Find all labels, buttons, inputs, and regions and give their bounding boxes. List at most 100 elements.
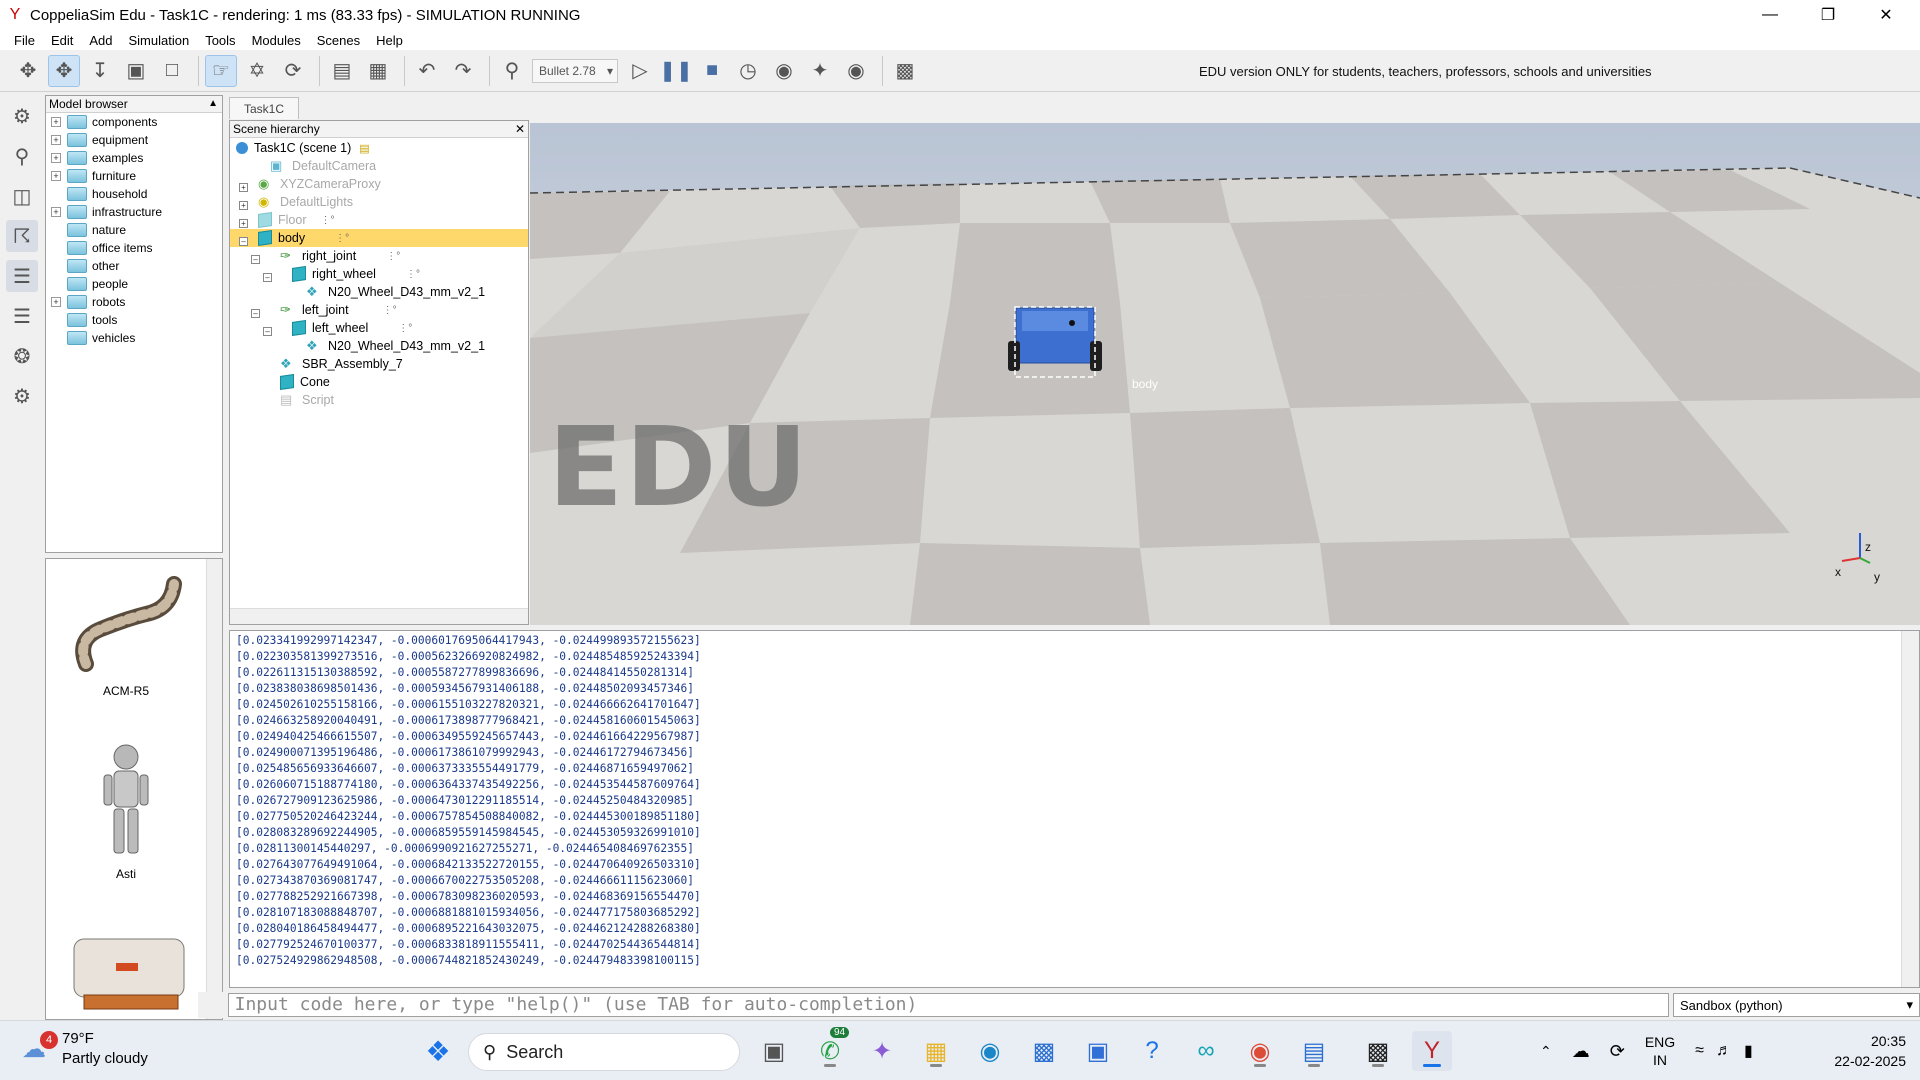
collapse-icon[interactable]: ▲ bbox=[208, 96, 218, 112]
command-input[interactable]: Input code here, or type "help()" (use T… bbox=[227, 993, 1670, 1017]
script-link-icon[interactable]: ⋮° bbox=[386, 251, 400, 262]
undo-icon[interactable]: ↶ bbox=[411, 55, 443, 87]
menu-help[interactable]: Help bbox=[368, 33, 411, 48]
language-indicator[interactable]: ENG IN bbox=[1645, 1033, 1675, 1069]
battery-icon[interactable]: ▮ bbox=[1744, 1041, 1753, 1061]
model-folder-item[interactable]: household bbox=[46, 185, 222, 203]
menu-simulation[interactable]: Simulation bbox=[121, 33, 198, 48]
arduino-icon[interactable]: ∞ bbox=[1186, 1031, 1226, 1071]
video-recorder-icon[interactable]: ❂ bbox=[6, 340, 38, 372]
hierarchy-row-camera[interactable]: ▣ DefaultCamera bbox=[230, 157, 528, 175]
model-browser-icon[interactable]: ☈ bbox=[6, 220, 38, 252]
hierarchy-row-body[interactable]: body ⋮° bbox=[230, 229, 528, 247]
tree-expand-icon[interactable]: + bbox=[51, 135, 61, 145]
script-icon[interactable]: ▤ bbox=[359, 142, 369, 155]
terminal-icon[interactable]: ▩ bbox=[1358, 1031, 1398, 1071]
model-folder-item[interactable]: office items bbox=[46, 239, 222, 257]
wifi-icon[interactable]: ≈ bbox=[1695, 1042, 1704, 1060]
scene-objects-icon[interactable]: ▩ bbox=[889, 55, 921, 87]
physics-engine-select[interactable]: Bullet 2.78 ▾ bbox=[532, 58, 618, 83]
menu-scenes[interactable]: Scenes bbox=[309, 33, 368, 48]
close-icon[interactable]: ✕ bbox=[515, 121, 525, 137]
restore-icon[interactable]: ❐ bbox=[1799, 0, 1857, 30]
menu-tools[interactable]: Tools bbox=[197, 33, 243, 48]
visualization-toggle-icon[interactable]: ◉ bbox=[840, 55, 872, 87]
taskbar-search[interactable]: ⚲ Search bbox=[468, 1033, 740, 1071]
model-thumbnail[interactable]: ACM-R5 bbox=[56, 569, 196, 698]
fit-to-view-icon[interactable]: □ bbox=[156, 55, 188, 87]
tree-collapse-icon[interactable]: – bbox=[239, 237, 248, 246]
script-link-icon[interactable]: ⋮° bbox=[320, 215, 334, 226]
hierarchy-row-floor[interactable]: Floor ⋮° bbox=[230, 211, 528, 229]
store-icon[interactable]: ▩ bbox=[1024, 1031, 1064, 1071]
model-folder-item[interactable]: other bbox=[46, 257, 222, 275]
slow-down-icon[interactable]: ◉ bbox=[768, 55, 800, 87]
object-rotate-icon[interactable]: ⟳ bbox=[277, 55, 309, 87]
language-select[interactable]: Sandbox (python) ▾ bbox=[1673, 993, 1920, 1017]
weather-widget[interactable]: ☁ 4 79°F Partly cloudy bbox=[22, 1029, 148, 1069]
real-time-icon[interactable]: ◷ bbox=[732, 55, 764, 87]
user-settings-icon[interactable]: ⚙ bbox=[6, 380, 38, 412]
hierarchy-row-right-wheel[interactable]: right_wheel ⋮° bbox=[230, 265, 528, 283]
hierarchy-row-right-joint[interactable]: ✑ right_joint ⋮° bbox=[230, 247, 528, 265]
hierarchy-row-left-joint[interactable]: ✑ left_joint ⋮° bbox=[230, 301, 528, 319]
speed-up-icon[interactable]: ✦ bbox=[804, 55, 836, 87]
console-scrollbar[interactable] bbox=[1901, 631, 1919, 987]
chevron-up-icon[interactable]: ⌃ bbox=[1540, 1043, 1552, 1060]
camera-shift-icon[interactable]: ↧ bbox=[84, 55, 116, 87]
script-link-icon[interactable]: ⋮° bbox=[335, 233, 349, 244]
tree-expand-icon[interactable]: + bbox=[239, 183, 248, 192]
layers-icon[interactable]: ◫ bbox=[6, 180, 38, 212]
redo-icon[interactable]: ↷ bbox=[447, 55, 479, 87]
hierarchy-row-script[interactable]: ▤ Script bbox=[230, 391, 528, 409]
simulation-settings-icon[interactable]: ⚙ bbox=[6, 100, 38, 132]
menu-add[interactable]: Add bbox=[81, 33, 120, 48]
play-icon[interactable]: ▷ bbox=[624, 55, 656, 87]
hierarchy-row-scene[interactable]: Task1C (scene 1) ▤ bbox=[230, 139, 528, 157]
tab-scene[interactable]: Task1C bbox=[229, 97, 299, 119]
hierarchy-row-left-wheel-mesh[interactable]: ❖ N20_Wheel_D43_mm_v2_1 bbox=[230, 337, 528, 355]
thumbnails-scrollbar[interactable] bbox=[206, 559, 222, 1019]
menu-file[interactable]: File bbox=[6, 33, 43, 48]
scene-hierarchy-icon[interactable]: ☰ bbox=[6, 260, 38, 292]
tree-collapse-icon[interactable]: – bbox=[251, 309, 260, 318]
tree-expand-icon[interactable]: + bbox=[51, 171, 61, 181]
copilot-icon[interactable]: ✦ bbox=[862, 1031, 902, 1071]
tree-expand-icon[interactable]: + bbox=[51, 297, 61, 307]
tree-expand-icon[interactable]: + bbox=[51, 153, 61, 163]
tree-expand-icon[interactable]: + bbox=[51, 117, 61, 127]
assemble-icon[interactable]: ▤ bbox=[326, 55, 358, 87]
menu-modules[interactable]: Modules bbox=[244, 33, 309, 48]
model-thumbnail[interactable] bbox=[56, 919, 196, 1019]
model-folder-item[interactable]: nature bbox=[46, 221, 222, 239]
myhp-icon[interactable]: ▣ bbox=[1078, 1031, 1118, 1071]
camera-pan-icon[interactable]: ✥ bbox=[12, 55, 44, 87]
camera-rotate-icon[interactable]: ✥ bbox=[48, 54, 80, 87]
model-folder-item[interactable]: tools bbox=[46, 311, 222, 329]
coppeliasim-icon[interactable]: Y bbox=[1412, 1031, 1452, 1071]
tree-expand-icon[interactable]: + bbox=[51, 207, 61, 217]
hierarchy-row-sbr-assembly[interactable]: ❖ SBR_Assembly_7 bbox=[230, 355, 528, 373]
scene-viewport[interactable]: EDU body z x y bbox=[530, 123, 1920, 625]
search-icon[interactable]: ⚲ bbox=[6, 140, 38, 172]
model-folder-item[interactable]: + furniture bbox=[46, 167, 222, 185]
start-icon[interactable]: ❖ bbox=[418, 1031, 458, 1071]
volume-icon[interactable]: ♬ bbox=[1716, 1042, 1732, 1060]
stop-icon[interactable]: ■ bbox=[696, 55, 728, 87]
task-view-icon[interactable]: ▣ bbox=[754, 1031, 794, 1071]
model-folder-item[interactable]: + equipment bbox=[46, 131, 222, 149]
script-link-icon[interactable]: ⋮° bbox=[406, 269, 420, 280]
hierarchy-row-cameraproxy[interactable]: ◉ XYZCameraProxy bbox=[230, 175, 528, 193]
script-link-icon[interactable]: ⋮° bbox=[398, 323, 412, 334]
onedrive-icon[interactable]: ☁ bbox=[1572, 1041, 1590, 1062]
model-folder-item[interactable]: + infrastructure bbox=[46, 203, 222, 221]
tree-expand-icon[interactable]: + bbox=[239, 201, 248, 210]
sync-icon[interactable]: ⟳ bbox=[1610, 1041, 1625, 1062]
model-folder-item[interactable]: + examples bbox=[46, 149, 222, 167]
status-console[interactable]: [0.023341992997142347, -0.00060176950644… bbox=[229, 630, 1920, 988]
tree-collapse-icon[interactable]: – bbox=[263, 273, 272, 282]
hierarchy-row-right-wheel-mesh[interactable]: ❖ N20_Wheel_D43_mm_v2_1 bbox=[230, 283, 528, 301]
pause-icon[interactable]: ❚❚ bbox=[659, 55, 693, 87]
hierarchy-row-left-wheel[interactable]: left_wheel ⋮° bbox=[230, 319, 528, 337]
click-select-icon[interactable]: ☞ bbox=[205, 54, 237, 87]
